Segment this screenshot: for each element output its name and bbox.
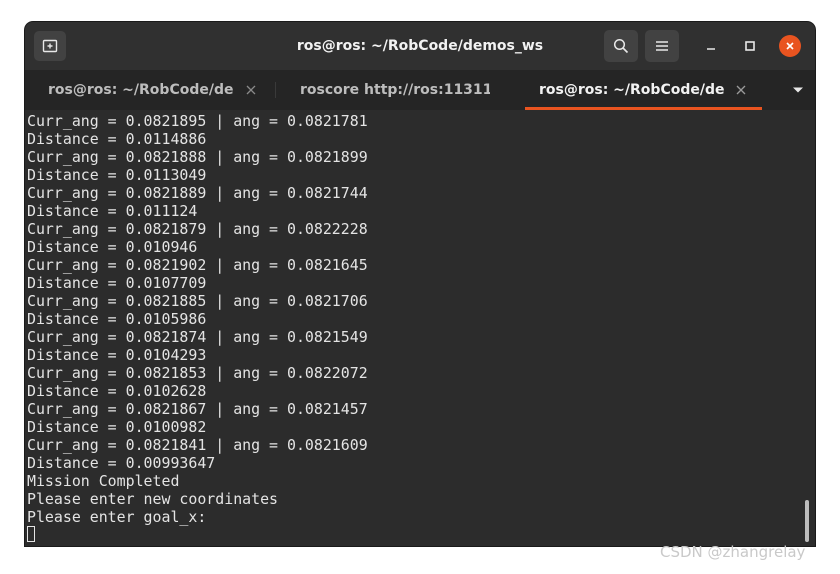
search-icon [613, 38, 629, 54]
terminal-line: Distance = 0.0104293 [27, 346, 207, 364]
terminal-line: Distance = 0.010946 [27, 238, 198, 256]
tab-label: ros@ros: ~/RobCode/de... [539, 82, 724, 98]
hamburger-menu-icon [656, 41, 668, 51]
new-tab-button[interactable] [34, 31, 66, 61]
search-button[interactable] [604, 30, 638, 62]
title-bar: ros@ros: ~/RobCode/demos_ws [25, 22, 815, 70]
terminal-line: Distance = 0.0113049 [27, 166, 207, 184]
terminal-output[interactable]: Curr_ang = 0.0821895 | ang = 0.0821781 Di… [25, 111, 815, 546]
tab-roscore[interactable]: roscore http://ros:11311/ [276, 70, 525, 110]
close-tab-icon[interactable] [734, 83, 748, 97]
close-tab-icon[interactable] [244, 83, 258, 97]
terminal-line: Curr_ang = 0.0821841 | ang = 0.0821609 [27, 436, 368, 454]
terminal-line: Distance = 0.00993647 [27, 454, 216, 472]
terminal-text: Curr_ang = 0.0821895 | ang = 0.0821781 Di… [27, 112, 368, 526]
terminal-line: Curr_ang = 0.0821885 | ang = 0.0821706 [27, 292, 368, 310]
close-window-button[interactable] [779, 35, 801, 57]
menu-button[interactable] [645, 30, 679, 62]
chevron-down-icon [792, 87, 803, 93]
terminal-line: Curr_ang = 0.0821902 | ang = 0.0821645 [27, 256, 368, 274]
terminal-line: Curr_ang = 0.0821895 | ang = 0.0821781 [27, 112, 368, 130]
terminal-line: Curr_ang = 0.0821874 | ang = 0.0821549 [27, 328, 368, 346]
terminal-line: Curr_ang = 0.0821867 | ang = 0.0821457 [27, 400, 368, 418]
close-icon [786, 42, 794, 50]
minimize-icon [707, 48, 715, 50]
watermark: CSDN @zhangrelay [660, 543, 806, 561]
terminal-line: Curr_ang = 0.0821853 | ang = 0.0822072 [27, 364, 368, 382]
minimize-button[interactable] [700, 35, 722, 57]
new-tab-icon [42, 39, 58, 53]
text-cursor [27, 526, 35, 542]
terminal-line: Curr_ang = 0.0821889 | ang = 0.0821744 [27, 184, 368, 202]
tabs-menu-button[interactable] [780, 70, 815, 110]
tab-bar: ros@ros: ~/RobCode/de... roscore http://… [25, 70, 815, 110]
terminal-line: Please enter new coordinates [27, 490, 279, 508]
terminal-line: Distance = 0.0107709 [27, 274, 207, 292]
terminal-line: Distance = 0.0100982 [27, 418, 207, 436]
terminal-line: Distance = 0.0105986 [27, 310, 207, 328]
scrollbar-thumb[interactable] [805, 500, 809, 542]
terminal-window: ros@ros: ~/RobCode/demos_ws ros@ros: ~/R… [25, 22, 815, 546]
maximize-button[interactable] [739, 35, 761, 57]
tab-terminal-3[interactable]: ros@ros: ~/RobCode/de... [525, 70, 762, 110]
terminal-line: Distance = 0.0102628 [27, 382, 207, 400]
terminal-line: Please enter goal_x: [27, 508, 207, 526]
maximize-icon [745, 41, 755, 51]
active-tab-indicator [525, 107, 762, 110]
window-title: ros@ros: ~/RobCode/demos_ws [296, 38, 544, 54]
tab-label: roscore http://ros:11311/ [300, 82, 490, 98]
terminal-line: Curr_ang = 0.0821879 | ang = 0.0822228 [27, 220, 368, 238]
terminal-line: Curr_ang = 0.0821888 | ang = 0.0821899 [27, 148, 368, 166]
tab-label: ros@ros: ~/RobCode/de... [48, 82, 233, 98]
terminal-line: Mission Completed [27, 472, 180, 490]
terminal-line: Distance = 0.0114886 [27, 130, 207, 148]
tab-terminal-1[interactable]: ros@ros: ~/RobCode/de... [25, 70, 275, 110]
terminal-line: Distance = 0.011124 [27, 202, 198, 220]
